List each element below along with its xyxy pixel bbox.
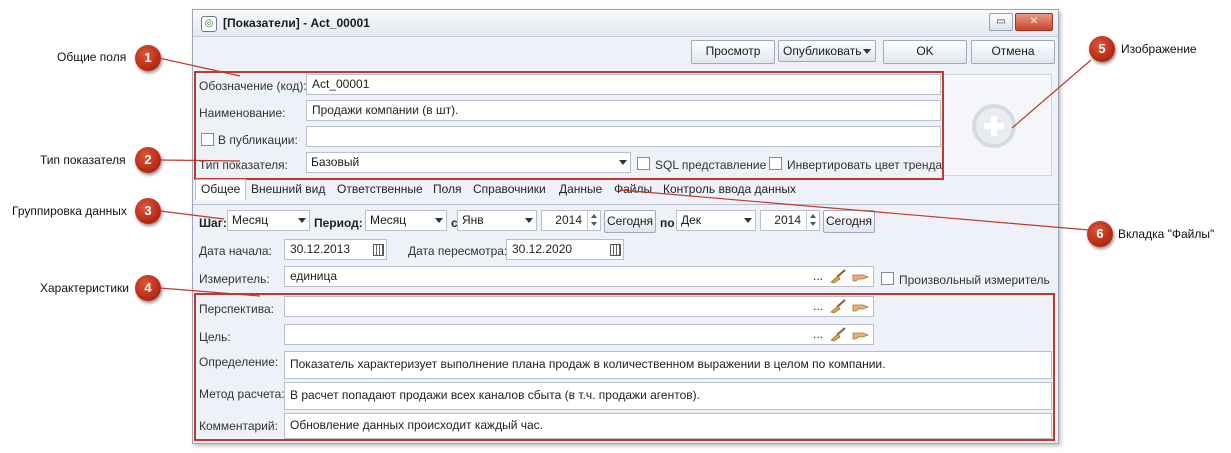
callout-6-label: Вкладка "Файлы" (1118, 227, 1215, 241)
callout-5-label: Изображение (1121, 42, 1197, 56)
tab-directories[interactable]: Справочники (473, 182, 546, 196)
calendar-icon[interactable] (373, 244, 384, 256)
chevron-down-icon (525, 218, 533, 223)
callout-3-badge: 3 (135, 198, 161, 224)
step-select[interactable]: Месяц (227, 210, 310, 231)
spinner-arrows-icon[interactable] (806, 211, 819, 230)
callout-4-badge: 4 (135, 275, 161, 301)
callout-2-badge: 2 (135, 147, 161, 173)
callout-2-label: Тип показателя (40, 153, 126, 167)
cancel-button[interactable]: Отмена (971, 40, 1055, 64)
custom-measure-checkbox[interactable] (881, 272, 894, 285)
pointer-hand-icon[interactable] (852, 271, 869, 282)
tab-data[interactable]: Данные (559, 182, 602, 196)
today-button-2[interactable]: Сегодня (823, 210, 875, 233)
from-month-select[interactable]: Янв (457, 210, 537, 231)
restore-button[interactable]: ▭ (989, 13, 1013, 31)
period-select[interactable]: Месяц (365, 210, 447, 231)
tab-appearance[interactable]: Внешний вид (251, 182, 325, 196)
callout-1-badge: 1 (135, 45, 161, 71)
review-date-field[interactable]: 30.12.2020 (506, 239, 624, 260)
preview-button[interactable]: Просмотр (691, 40, 775, 64)
step-label: Шаг: (199, 216, 227, 230)
to-year-value: 2014 (774, 213, 801, 227)
measure-field[interactable]: единица ... (284, 266, 874, 287)
chevron-down-icon (744, 218, 752, 223)
characteristics-highlight (194, 293, 1055, 441)
close-button[interactable]: ✕ (1015, 13, 1053, 31)
callout-6-badge: 6 (1087, 221, 1113, 247)
tab-files[interactable]: Файлы (614, 182, 652, 196)
from-year-value: 2014 (555, 213, 582, 227)
spinner-arrows-icon[interactable] (587, 211, 600, 230)
title-bar: ◎ [Показатели] - Act_00001 ▭ ✕ (193, 10, 1058, 37)
tab-fields[interactable]: Поля (433, 182, 462, 196)
start-date-field[interactable]: 30.12.2013 (284, 239, 387, 260)
period-select-value: Месяц (370, 213, 407, 227)
tab-bar: Общее Внешний вид Ответственные Поля Спр… (193, 179, 1058, 205)
measure-label: Измеритель: (199, 272, 270, 286)
to-label: по (660, 216, 675, 230)
callout-3-label: Группировка данных (12, 204, 127, 218)
from-year-spinner[interactable]: 2014 (541, 210, 601, 231)
tab-data-input-control[interactable]: Контроль ввода данных (663, 182, 796, 196)
today-button-1[interactable]: Сегодня (604, 210, 656, 233)
to-month-select[interactable]: Дек (676, 210, 756, 231)
broom-icon[interactable] (829, 269, 847, 284)
tab-responsible[interactable]: Ответственные (337, 182, 423, 196)
callout-5-badge: 5 (1089, 36, 1115, 62)
app-icon: ◎ (201, 16, 217, 32)
window-title: [Показатели] - Act_00001 (223, 16, 370, 30)
measure-value: единица (290, 269, 337, 283)
chevron-down-icon (863, 49, 871, 54)
chevron-down-icon (298, 218, 306, 223)
from-month-value: Янв (462, 213, 484, 227)
to-month-value: Дек (681, 213, 702, 227)
chevron-down-icon (435, 218, 443, 223)
start-date-value: 30.12.2013 (290, 242, 351, 256)
toolbar: Просмотр Опубликовать OK Отмена (193, 37, 1058, 67)
to-year-spinner[interactable]: 2014 (760, 210, 820, 231)
measure-ellipsis-button[interactable]: ... (813, 267, 823, 286)
ok-button[interactable]: OK (883, 40, 967, 64)
start-date-label: Дата начала: (199, 244, 272, 258)
general-fields-highlight (194, 71, 944, 180)
add-image-icon[interactable] (972, 104, 1016, 148)
callout-1-label: Общие поля (57, 50, 127, 64)
tab-general[interactable]: Общее (195, 179, 247, 200)
review-date-label: Дата пересмотра: (408, 244, 508, 258)
custom-measure-label: Произвольный измеритель (899, 273, 1050, 287)
period-label: Период: (314, 216, 363, 230)
review-date-value: 30.12.2020 (512, 242, 573, 256)
image-panel[interactable] (942, 74, 1052, 176)
calendar-icon[interactable] (610, 244, 621, 256)
indicator-dialog: ◎ [Показатели] - Act_00001 ▭ ✕ Просмотр … (192, 9, 1059, 444)
publish-button-label: Опубликовать (783, 44, 862, 58)
step-select-value: Месяц (232, 213, 269, 227)
publish-button[interactable]: Опубликовать (778, 40, 876, 62)
callout-4-label: Характеристики (40, 281, 129, 295)
